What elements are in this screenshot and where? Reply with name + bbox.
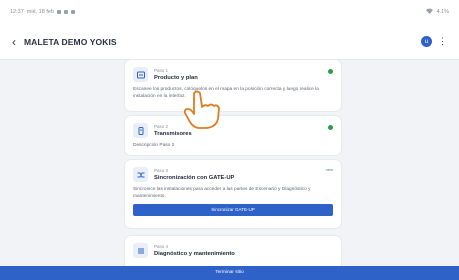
product-icon: [133, 67, 148, 82]
step-card-4[interactable]: Paso 4 Diagnóstico y mantenimiento: [125, 236, 341, 270]
more-menu-icon[interactable]: ⋮: [438, 37, 447, 46]
page-title: MALETA DEMO YOKIS: [24, 36, 117, 47]
status-done-indicator: [328, 125, 333, 130]
shuffle-icon: [133, 167, 148, 182]
step-card-2[interactable]: Paso 2 Transmisores Descripción Paso 2: [125, 116, 341, 155]
avatar[interactable]: u: [421, 36, 432, 47]
step-number: Paso 3: [154, 168, 169, 173]
status-date: mié, 18 feb: [26, 9, 54, 15]
back-arrow-icon[interactable]: ‹: [12, 36, 16, 48]
step-number: Paso 4: [154, 244, 169, 249]
app-bar: ‹ MALETA DEMO YOKIS u ⋮: [0, 24, 459, 60]
notification-icon: [70, 10, 75, 14]
steps-list: Paso 1 Producto y plan Escanee los produ…: [0, 60, 459, 270]
notification-icon: [56, 10, 61, 14]
avatar-initial: u: [424, 38, 429, 45]
step-card-3[interactable]: Paso 3 Sincronización con GATE-UP new Si…: [125, 160, 341, 228]
step-title: Diagnóstico y mantenimiento: [154, 251, 235, 257]
step-number: Paso 1: [154, 68, 169, 73]
step-title: Transmisores: [154, 131, 192, 137]
step-card-1[interactable]: Paso 1 Producto y plan Escanee los produ…: [125, 60, 341, 111]
status-bar: 12:37 mié, 18 feb 4.1%: [0, 0, 459, 24]
step-title: Producto y plan: [154, 75, 198, 81]
step-title: Sincronización con GATE-UP: [154, 175, 235, 181]
step-description: Descripción Paso 2: [133, 143, 175, 148]
status-done-indicator: [328, 69, 333, 74]
new-badge: new: [325, 167, 333, 172]
list-icon: [133, 243, 148, 258]
step-description: Escanee los productos, colóquelos en el …: [133, 87, 319, 100]
status-time: 12:37: [10, 9, 24, 15]
wifi-icon: [426, 8, 434, 16]
sync-gateup-button[interactable]: Sincronizar GATE-UP: [133, 204, 333, 217]
notification-icon: [63, 10, 68, 14]
tap-hand-icon: [183, 90, 220, 129]
finish-site-button[interactable]: Terminar sitio: [0, 266, 459, 280]
transmitter-icon: [133, 123, 148, 138]
step-description: Sincronice las instalaciones para accede…: [133, 187, 311, 200]
battery-text: 4.1%: [436, 9, 449, 15]
